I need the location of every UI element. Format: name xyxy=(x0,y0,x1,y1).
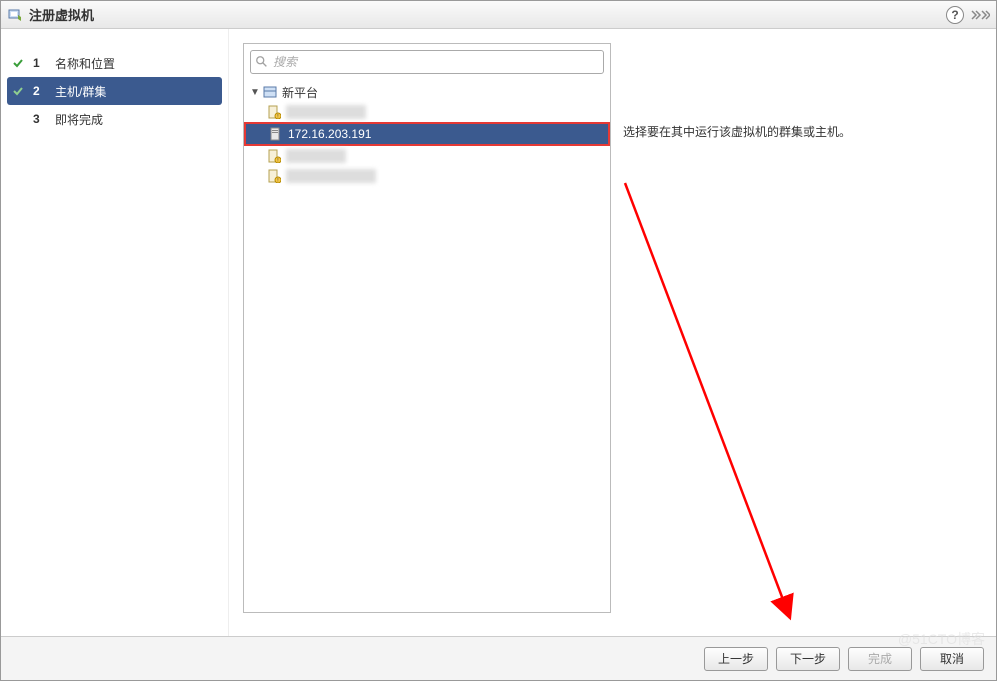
datacenter-icon xyxy=(262,84,278,100)
host-warning-icon: ! xyxy=(266,168,282,184)
step-number: 2 xyxy=(33,84,49,98)
redacted-label xyxy=(286,105,366,119)
vm-icon xyxy=(7,7,23,23)
dialog-titlebar: 注册虚拟机 ? xyxy=(1,1,996,29)
cancel-button[interactable]: 取消 xyxy=(920,647,984,671)
redacted-label xyxy=(286,169,376,183)
search-input-wrap[interactable] xyxy=(250,50,604,74)
tree-host-item[interactable]: ! xyxy=(244,146,610,166)
tree-host-item[interactable]: ! xyxy=(244,102,610,122)
step-label: 即将完成 xyxy=(55,111,103,128)
step-number: 1 xyxy=(33,56,49,70)
register-vm-dialog: 注册虚拟机 ? 1 名称和位置 2 主机/群集 xyxy=(0,0,997,681)
check-icon xyxy=(11,56,25,70)
dialog-title: 注册虚拟机 xyxy=(29,5,94,24)
step-label: 名称和位置 xyxy=(55,55,115,72)
svg-text:!: ! xyxy=(277,178,278,183)
next-button[interactable]: 下一步 xyxy=(776,647,840,671)
info-panel: 选择要在其中运行该虚拟机的群集或主机。 xyxy=(623,43,982,622)
host-warning-icon: ! xyxy=(266,148,282,164)
tree-root[interactable]: ▼ 新平台 xyxy=(244,82,610,102)
step-label: 主机/群集 xyxy=(55,83,106,100)
collapse-icon[interactable]: ▼ xyxy=(250,87,260,98)
tree-host-item[interactable]: ! xyxy=(244,166,610,186)
step-name-location[interactable]: 1 名称和位置 xyxy=(1,49,228,77)
tree-content: ▼ 新平台 ! xyxy=(244,80,610,612)
step-number: 3 xyxy=(33,112,49,126)
check-icon xyxy=(11,84,25,98)
info-text: 选择要在其中运行该虚拟机的群集或主机。 xyxy=(623,125,851,139)
host-icon xyxy=(268,126,284,142)
no-check-icon xyxy=(11,112,25,126)
wizard-steps: 1 名称和位置 2 主机/群集 3 即将完成 xyxy=(1,29,229,636)
search-icon xyxy=(255,55,269,69)
search-input[interactable] xyxy=(273,55,599,69)
host-warning-icon: ! xyxy=(266,104,282,120)
main-panel: ▼ 新平台 ! xyxy=(229,29,996,636)
help-icon[interactable]: ? xyxy=(946,6,964,24)
back-button[interactable]: 上一步 xyxy=(704,647,768,671)
redacted-label xyxy=(286,149,346,163)
step-host-cluster[interactable]: 2 主机/群集 xyxy=(7,77,222,105)
button-bar: 上一步 下一步 完成 取消 xyxy=(1,636,996,680)
search-row xyxy=(244,44,610,80)
tree-host-label: 172.16.203.191 xyxy=(288,127,371,141)
host-tree-panel: ▼ 新平台 ! xyxy=(243,43,611,613)
tree-root-label: 新平台 xyxy=(282,84,318,101)
step-ready-complete[interactable]: 3 即将完成 xyxy=(1,105,228,133)
svg-text:!: ! xyxy=(277,114,278,119)
finish-button: 完成 xyxy=(848,647,912,671)
tree-host-item-selected[interactable]: 172.16.203.191 xyxy=(244,122,610,146)
dialog-body: 1 名称和位置 2 主机/群集 3 即将完成 xyxy=(1,29,996,636)
nav-arrows-icon[interactable] xyxy=(970,9,990,21)
svg-text:!: ! xyxy=(277,158,278,163)
